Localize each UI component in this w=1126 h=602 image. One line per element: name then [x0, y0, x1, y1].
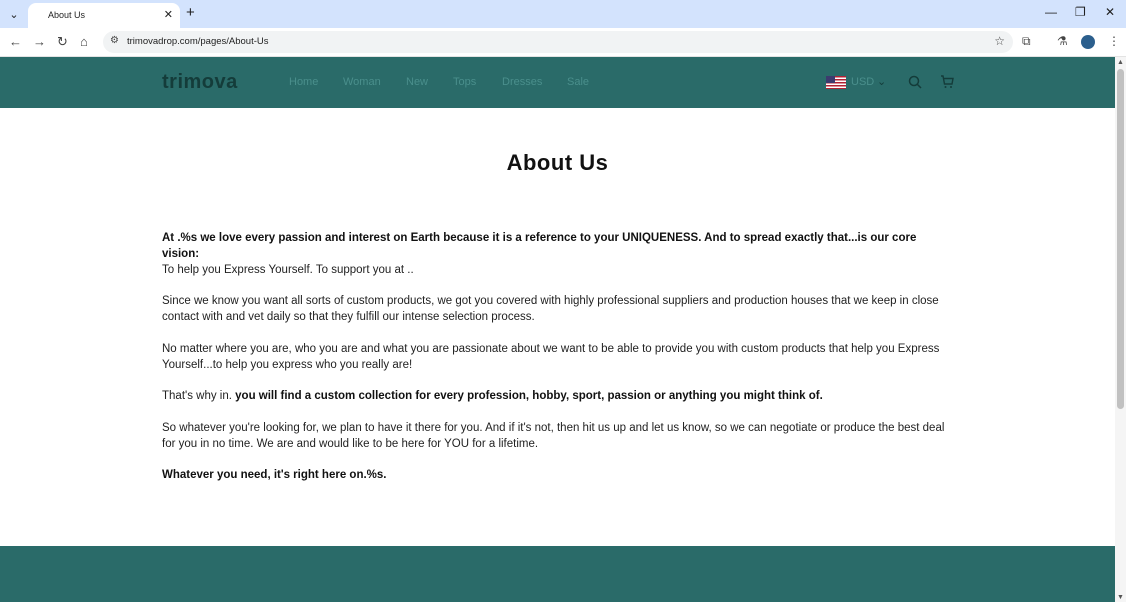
menu-icon[interactable]: ⋮ [1108, 34, 1120, 48]
nav-new[interactable]: New [406, 76, 428, 88]
close-tab-icon[interactable]: ✕ [164, 8, 173, 21]
currency-selector[interactable]: USD [851, 76, 874, 88]
nav-home[interactable]: Home [289, 76, 318, 88]
home-icon[interactable]: ⌂ [80, 34, 88, 49]
tab-search-icon[interactable]: ⌄ [4, 4, 24, 24]
address-bar[interactable]: ⚙ trimovadrop.com/pages/About-Us ☆ [103, 31, 1013, 53]
forward-icon[interactable]: → [33, 34, 46, 49]
url-text[interactable]: trimovadrop.com/pages/About-Us [127, 36, 269, 47]
paragraph-anywhere: No matter where you are, who you are and… [162, 343, 940, 371]
chevron-down-icon[interactable]: ⌄ [877, 75, 886, 88]
paragraph-express: To help you Express Yourself. To support… [162, 264, 414, 276]
scrollbar-thumb[interactable] [1117, 69, 1124, 409]
close-window-icon[interactable]: ✕ [1105, 5, 1115, 19]
page-scrollbar[interactable]: ▲ ▼ [1115, 57, 1126, 602]
paragraph-collection: That's why in. you will find a custom co… [162, 388, 952, 404]
active-tab[interactable]: About Us ✕ [28, 3, 180, 28]
new-tab-icon[interactable]: + [186, 4, 195, 21]
page-viewport: trimova Home Woman New Tops Dresses Sale… [0, 57, 1115, 602]
tab-title: About Us [48, 10, 86, 20]
scroll-down-icon[interactable]: ▼ [1117, 594, 1124, 601]
nav-dresses[interactable]: Dresses [502, 76, 542, 88]
cart-icon[interactable] [940, 75, 954, 89]
profile-avatar-icon[interactable] [1081, 35, 1095, 49]
paragraph-suppliers: Since we know you want all sorts of cust… [162, 295, 939, 323]
us-flag-icon[interactable] [826, 76, 846, 89]
paragraph-whatever: So whatever you're looking for, we plan … [162, 422, 945, 450]
scroll-up-icon[interactable]: ▲ [1117, 59, 1124, 66]
back-icon[interactable]: ← [9, 34, 22, 49]
extensions-icon[interactable]: ⧉ [1022, 34, 1031, 49]
site-info-icon[interactable]: ⚙ [110, 35, 119, 46]
reload-icon[interactable]: ↻ [57, 34, 68, 50]
collection-bold-text: you will find a custom collection for ev… [235, 390, 823, 402]
paragraph-vision: At .%s we love every passion and interes… [162, 232, 917, 260]
browser-tab-strip: ⌄ About Us ✕ + — ❐ ✕ [0, 0, 1126, 28]
bookmark-star-icon[interactable]: ☆ [994, 34, 1005, 48]
site-header: trimova Home Woman New Tops Dresses Sale… [0, 57, 1115, 108]
page-title: About Us [506, 150, 609, 175]
search-icon[interactable] [908, 75, 922, 89]
site-logo[interactable]: trimova [162, 71, 238, 94]
browser-toolbar: ← → ↻ ⌂ ⚙ trimovadrop.com/pages/About-Us… [0, 28, 1126, 57]
nav-sale[interactable]: Sale [567, 76, 589, 88]
paragraph-closing: Whatever you need, it's right here on.%s… [162, 469, 387, 481]
collection-plain-text: That's why in. [162, 390, 232, 402]
restore-icon[interactable]: ❐ [1075, 5, 1086, 19]
site-footer [0, 546, 1115, 602]
nav-woman[interactable]: Woman [343, 76, 381, 88]
labs-icon[interactable]: ⚗ [1057, 34, 1068, 48]
minimize-icon[interactable]: — [1045, 5, 1057, 19]
nav-tops[interactable]: Tops [453, 76, 476, 88]
